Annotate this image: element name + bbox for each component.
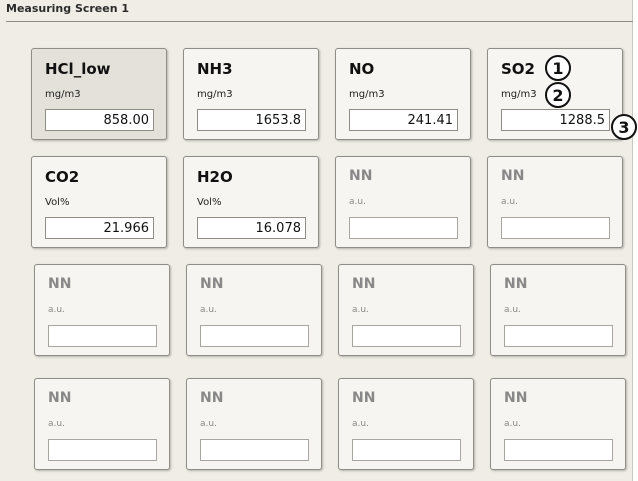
panel-title: Measuring Screen 1 (6, 2, 130, 15)
component-value (501, 217, 610, 239)
component-name: NN (48, 390, 72, 406)
component-value: 1288.5 (501, 109, 610, 131)
component-name: NN (200, 276, 224, 292)
component-name: NN (504, 390, 528, 406)
component-unit: mg/m3 (349, 89, 385, 100)
measurement-tile-unassigned[interactable]: NN a.u. (335, 156, 471, 248)
component-value: 241.41 (349, 109, 458, 131)
measurement-tile-unassigned[interactable]: NN a.u. (34, 378, 170, 470)
measurement-tile-unassigned[interactable]: NN a.u. (186, 264, 322, 356)
component-name: NN (501, 168, 525, 184)
component-name: NN (48, 276, 72, 292)
callout-marker-3: 3 (611, 114, 637, 140)
callout-marker-1: 1 (545, 55, 571, 81)
component-value (504, 325, 613, 347)
measurement-tile-co2[interactable]: CO2 Vol% 21.966 (31, 156, 167, 248)
component-value (48, 439, 157, 461)
component-value (200, 325, 309, 347)
component-value: 16.078 (197, 217, 306, 239)
component-unit: a.u. (501, 197, 518, 207)
component-value (349, 217, 458, 239)
component-unit: mg/m3 (197, 89, 233, 100)
component-unit: mg/m3 (45, 89, 81, 100)
component-unit: a.u. (504, 305, 521, 315)
component-name: CO2 (45, 168, 80, 186)
measurement-tile-nh3[interactable]: NH3 mg/m3 1653.8 (183, 48, 319, 140)
title-divider (6, 21, 633, 22)
component-value: 1653.8 (197, 109, 306, 131)
component-unit: a.u. (504, 419, 521, 429)
component-unit: a.u. (352, 305, 369, 315)
component-value (352, 325, 461, 347)
component-value: 858.00 (45, 109, 154, 131)
measurement-tile-unassigned[interactable]: NN a.u. (186, 378, 322, 470)
component-name: SO2 (501, 60, 535, 78)
component-unit: a.u. (200, 419, 217, 429)
component-name: NN (349, 168, 373, 184)
component-value (352, 439, 461, 461)
measurement-tile-hcl-low[interactable]: HCl_low mg/m3 858.00 (31, 48, 167, 140)
component-unit: a.u. (200, 305, 217, 315)
component-name: NN (352, 276, 376, 292)
measurement-tile-h2o[interactable]: H2O Vol% 16.078 (183, 156, 319, 248)
component-name: NH3 (197, 60, 233, 78)
component-name: NO (349, 60, 375, 78)
component-value: 21.966 (45, 217, 154, 239)
component-name: NN (200, 390, 224, 406)
component-unit: Vol% (197, 197, 222, 208)
component-value (504, 439, 613, 461)
measuring-screen-panel: Measuring Screen 1 HCl_low mg/m3 858.00 … (0, 0, 633, 481)
component-value (200, 439, 309, 461)
component-unit: Vol% (45, 197, 70, 208)
measurement-tile-no[interactable]: NO mg/m3 241.41 (335, 48, 471, 140)
component-value (48, 325, 157, 347)
measurement-tile-unassigned[interactable]: NN a.u. (490, 378, 626, 470)
component-unit: mg/m3 (501, 89, 537, 100)
measurement-tile-unassigned[interactable]: NN a.u. (338, 378, 474, 470)
measurement-grid: HCl_low mg/m3 858.00 NH3 mg/m3 1653.8 NO… (31, 48, 626, 476)
callout-marker-2: 2 (545, 82, 571, 108)
measurement-tile-unassigned[interactable]: NN a.u. (338, 264, 474, 356)
component-name: H2O (197, 168, 233, 186)
component-name: NN (352, 390, 376, 406)
measurement-tile-unassigned[interactable]: NN a.u. (490, 264, 626, 356)
component-name: HCl_low (45, 60, 111, 78)
measurement-tile-unassigned[interactable]: NN a.u. (34, 264, 170, 356)
component-unit: a.u. (48, 419, 65, 429)
component-unit: a.u. (352, 419, 369, 429)
component-unit: a.u. (48, 305, 65, 315)
component-unit: a.u. (349, 197, 366, 207)
measurement-tile-unassigned[interactable]: NN a.u. (487, 156, 623, 248)
component-name: NN (504, 276, 528, 292)
